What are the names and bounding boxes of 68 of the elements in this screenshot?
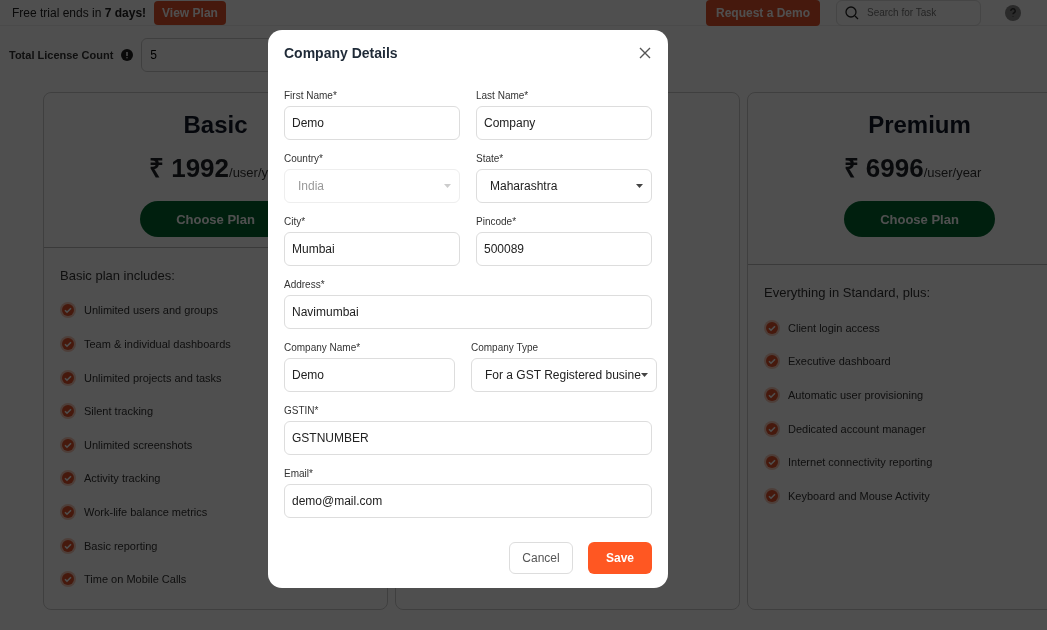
feature-text: Internet connectivity reporting (788, 456, 933, 469)
feature-text: Unlimited screenshots (84, 438, 193, 451)
field-label: Email* (284, 468, 314, 481)
cancel-button[interactable]: Cancel (509, 542, 573, 574)
search-icon (845, 5, 859, 20)
dropdown-caret-icon (640, 373, 648, 377)
check-circle-icon (60, 504, 76, 520)
feature-text: Work-life balance metrics (84, 506, 208, 518)
feature-text: Keyboard and Mouse Activity (788, 489, 930, 502)
feature-text: Time on Mobile Calls (84, 573, 187, 586)
feature-text: Executive dashboard (788, 355, 891, 368)
text-input[interactable]: Demo (284, 358, 455, 392)
field-label: Pincode* (476, 216, 518, 229)
check-circle-icon (60, 571, 76, 588)
select-field[interactable]: For a GST Registered busine (471, 358, 657, 392)
dialog-title: Company Details (284, 45, 398, 61)
check-circle-icon (60, 302, 76, 319)
features-heading: Everything in Standard, plus: (764, 285, 932, 300)
plan-price: ₹ 6996 (843, 152, 924, 185)
plan-price: ₹ 1992 (148, 152, 230, 185)
dropdown-caret-icon (636, 184, 643, 188)
check-circle-icon (60, 537, 76, 554)
check-circle-icon (764, 454, 780, 471)
info-icon (121, 49, 134, 61)
field-label: Company Type (471, 342, 540, 355)
feature-text: Unlimited users and groups (84, 304, 218, 317)
check-circle-icon (60, 369, 76, 386)
text-input[interactable]: Navimumbai (284, 295, 652, 329)
plan-name: Basic (183, 111, 248, 139)
check-circle-icon (764, 487, 780, 504)
close-button[interactable] (638, 46, 652, 60)
check-circle-icon (764, 420, 780, 437)
field-label: Country* (284, 153, 324, 166)
check-circle-icon (60, 470, 76, 487)
field-label: GSTIN* (284, 405, 320, 418)
select-field[interactable]: Maharashtra (476, 169, 652, 203)
check-circle-icon (764, 387, 780, 403)
feature-text: Dedicated account manager (788, 422, 926, 435)
check-circle-icon (60, 436, 76, 453)
feature-text: Basic reporting (84, 539, 158, 552)
price-unit: /user/y (229, 165, 269, 180)
field-label: Address* (284, 279, 326, 292)
feature-text: Client login access (788, 321, 880, 334)
text-input[interactable]: Mumbai (284, 232, 460, 266)
text-input[interactable]: Demo (284, 106, 460, 140)
feature-text: Automatic user provisioning (788, 389, 924, 401)
features-heading: Basic plan includes: (60, 267, 176, 283)
check-circle-icon (764, 319, 780, 336)
price-unit: /user/year (923, 165, 982, 180)
text-input[interactable]: GSTNUMBER (284, 421, 652, 455)
dropdown-caret-icon (444, 184, 451, 188)
field-label: Last Name* (476, 90, 530, 103)
text-input[interactable]: demo@mail.com (284, 484, 652, 518)
feature-text: Activity tracking (84, 472, 161, 485)
trial-notice: Free trial ends in 7 days! (12, 5, 147, 20)
feature-text: Silent tracking (84, 405, 154, 418)
field-label: Company Name* (284, 342, 362, 355)
plan-name: Premium (868, 111, 971, 139)
check-circle-icon (60, 336, 76, 353)
text-input[interactable]: 500089 (476, 232, 652, 266)
feature-text: Team & individual dashboards (84, 338, 231, 351)
check-circle-icon (764, 353, 780, 370)
field-label: State* (476, 153, 505, 166)
text-input[interactable]: Company (476, 106, 652, 140)
check-circle-icon (60, 403, 76, 420)
feature-text: Unlimited projects and tasks (84, 371, 222, 384)
license-label: Total License Count (9, 49, 114, 61)
field-label: First Name* (284, 90, 338, 103)
